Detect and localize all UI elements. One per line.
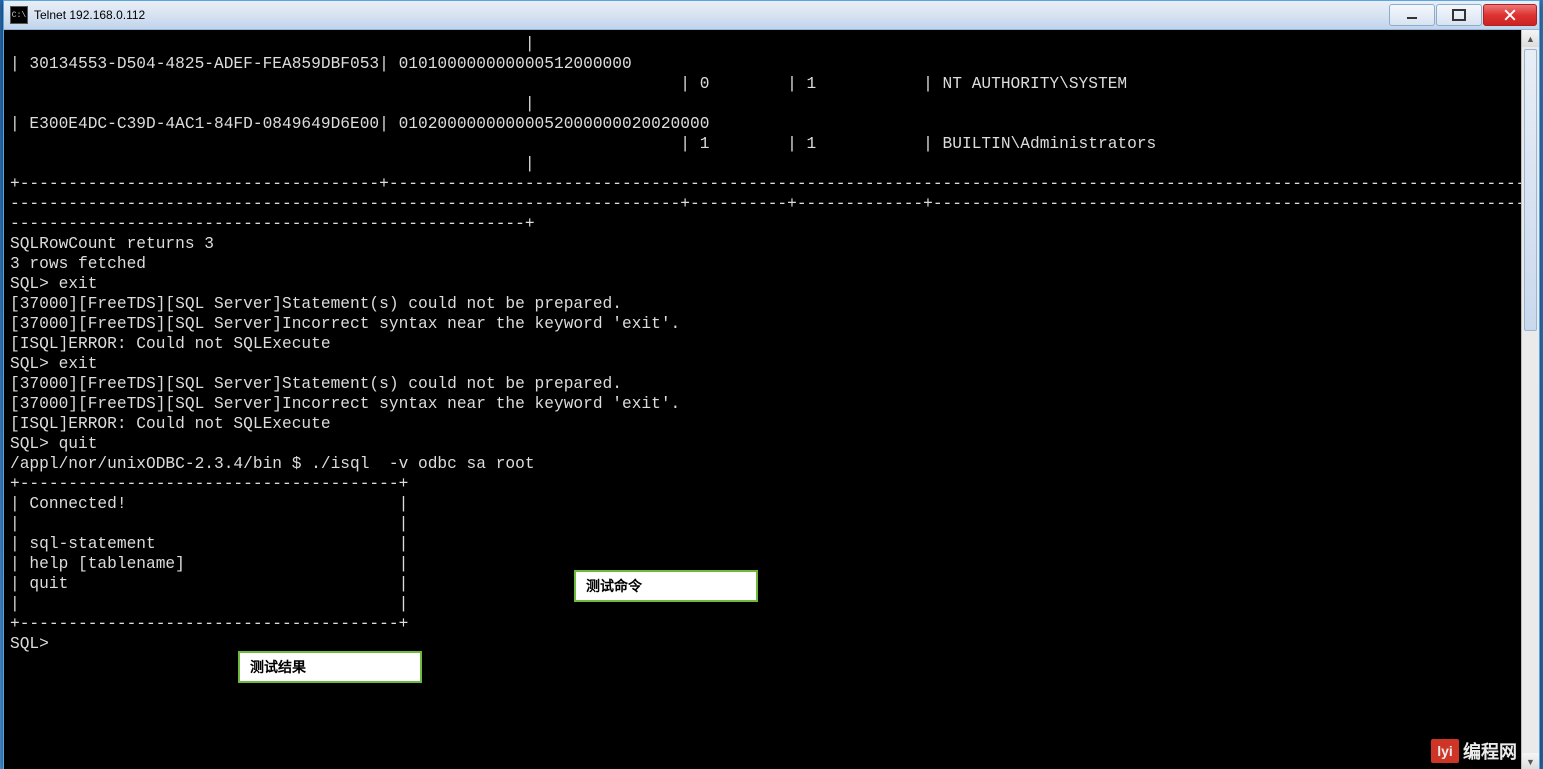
scroll-thumb[interactable]	[1524, 49, 1537, 331]
terminal-output[interactable]: | | 30134553-D504-4825-ADEF-FEA859DBF053…	[4, 30, 1539, 658]
annotation-test-command: 测试命令	[574, 570, 758, 602]
vertical-scrollbar[interactable]: ▲ ▼	[1521, 30, 1539, 769]
maximize-button[interactable]	[1436, 4, 1482, 26]
minimize-button[interactable]	[1389, 4, 1435, 26]
watermark-text: 编程网	[1463, 738, 1517, 764]
window-controls	[1388, 4, 1537, 26]
annotation-test-result: 测试结果	[238, 651, 422, 683]
titlebar[interactable]: C:\ Telnet 192.168.0.112	[4, 1, 1539, 30]
watermark: lyi 编程网	[1431, 738, 1517, 764]
scroll-up-arrow[interactable]: ▲	[1522, 30, 1539, 47]
close-button[interactable]	[1483, 4, 1537, 26]
telnet-window: C:\ Telnet 192.168.0.112 | | 30134553-D5…	[3, 0, 1540, 769]
scroll-down-arrow[interactable]: ▼	[1522, 753, 1539, 769]
window-icon: C:\	[10, 6, 28, 24]
terminal-body[interactable]: | | 30134553-D504-4825-ADEF-FEA859DBF053…	[4, 30, 1539, 769]
window-title: Telnet 192.168.0.112	[34, 8, 1388, 22]
scroll-track[interactable]	[1522, 47, 1539, 753]
watermark-logo: lyi	[1431, 739, 1459, 763]
